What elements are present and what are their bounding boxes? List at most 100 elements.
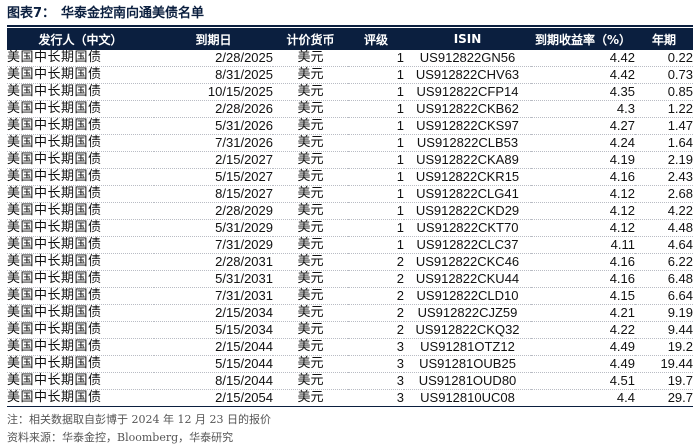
- yield-cell: 4.27: [531, 117, 635, 135]
- isin-cell: US912822GN56: [404, 50, 531, 67]
- term-cell: 2.68: [635, 185, 693, 203]
- table-row: 美国中长期国债 5/15/2034 美元 2 US912822CKQ32 4.22 9.44: [7, 321, 693, 339]
- maturity-date-cell: 2/28/2029: [154, 202, 273, 220]
- term-cell: 4.64: [635, 236, 693, 254]
- header-isin: ISIN: [404, 28, 531, 50]
- currency-cell: 美元: [273, 304, 348, 322]
- term-cell: 4.22: [635, 202, 693, 220]
- table-row: 美国中长期国债 8/15/2027 美元 1 US912822CLG41 4.12 2.68: [7, 185, 693, 203]
- table-row: 美国中长期国债 5/31/2031 美元 2 US912822CKU44 4.16 6.48: [7, 270, 693, 288]
- rating-cell: 2: [348, 321, 404, 339]
- currency-cell: 美元: [273, 151, 348, 169]
- yield-cell: 4.12: [531, 185, 635, 203]
- isin-cell: US912822CLG41: [404, 185, 531, 203]
- table-row: 美国中长期国债 2/15/2054 美元 3 US912810UC08 4.4 29.7: [7, 389, 693, 407]
- term-cell: 0.85: [635, 83, 693, 101]
- issuer-cell: 美国中长期国债: [7, 168, 154, 186]
- yield-cell: 4.49: [531, 338, 635, 356]
- currency-cell: 美元: [273, 219, 348, 237]
- table-row: 美国中长期国债 7/31/2026 美元 1 US912822CLB53 4.24 1.64: [7, 134, 693, 152]
- yield-cell: 4.16: [531, 270, 635, 288]
- term-cell: 1.64: [635, 134, 693, 152]
- figure-title-text: 华泰金控南向通美债名单: [61, 6, 205, 21]
- table-row: 美国中长期国债 5/31/2029 美元 1 US912822CKT70 4.12 4.48: [7, 219, 693, 237]
- yield-cell: 4.19: [531, 151, 635, 169]
- term-cell: 6.64: [635, 287, 693, 305]
- term-cell: 4.48: [635, 219, 693, 237]
- maturity-date-cell: 8/31/2025: [154, 66, 273, 84]
- issuer-cell: 美国中长期国债: [7, 134, 154, 152]
- rating-cell: 1: [348, 219, 404, 237]
- rating-cell: 1: [348, 202, 404, 220]
- isin-cell: US912822CHV63: [404, 66, 531, 84]
- header-yield: 到期收益率（%）: [531, 28, 635, 50]
- rating-cell: 1: [348, 66, 404, 84]
- isin-cell: US912822CKA89: [404, 151, 531, 169]
- issuer-cell: 美国中长期国债: [7, 355, 154, 373]
- term-cell: 9.44: [635, 321, 693, 339]
- currency-cell: 美元: [273, 338, 348, 356]
- term-cell: 19.44: [635, 355, 693, 373]
- header-maturity-date: 到期日: [154, 28, 273, 50]
- yield-cell: 4.11: [531, 236, 635, 254]
- issuer-cell: 美国中长期国债: [7, 117, 154, 135]
- rating-cell: 3: [348, 372, 404, 390]
- isin-cell: US91281OUD80: [404, 372, 531, 390]
- term-cell: 2.19: [635, 151, 693, 169]
- rating-cell: 1: [348, 83, 404, 101]
- issuer-cell: 美国中长期国债: [7, 270, 154, 288]
- rating-cell: 2: [348, 253, 404, 271]
- issuer-cell: 美国中长期国债: [7, 389, 154, 407]
- maturity-date-cell: 5/31/2031: [154, 270, 273, 288]
- maturity-date-cell: 2/15/2027: [154, 151, 273, 169]
- maturity-date-cell: 10/15/2025: [154, 83, 273, 101]
- term-cell: 1.47: [635, 117, 693, 135]
- table-row: 美国中长期国债 7/31/2031 美元 2 US912822CLD10 4.15 6.64: [7, 287, 693, 305]
- maturity-date-cell: 8/15/2027: [154, 185, 273, 203]
- isin-cell: US912822CKB62: [404, 100, 531, 118]
- header-term: 年期: [635, 28, 693, 50]
- issuer-cell: 美国中长期国债: [7, 236, 154, 254]
- currency-cell: 美元: [273, 117, 348, 135]
- figure-label: 图表7：: [7, 6, 56, 21]
- isin-cell: US912822CKQ32: [404, 321, 531, 339]
- table-row: 美国中长期国债 2/15/2034 美元 2 US912822CJZ59 4.21 9.19: [7, 304, 693, 322]
- table-row: 美国中长期国债 5/31/2026 美元 1 US912822CKS97 4.27 1.47: [7, 117, 693, 135]
- rating-cell: 1: [348, 134, 404, 152]
- yield-cell: 4.51: [531, 372, 635, 390]
- currency-cell: 美元: [273, 83, 348, 101]
- title-rule: [7, 25, 693, 27]
- issuer-cell: 美国中长期国债: [7, 372, 154, 390]
- rating-cell: 1: [348, 236, 404, 254]
- yield-cell: 4.3: [531, 100, 635, 118]
- issuer-cell: 美国中长期国债: [7, 100, 154, 118]
- table-row: 美国中长期国债 7/31/2029 美元 1 US912822CLC37 4.11 4.64: [7, 236, 693, 254]
- currency-cell: 美元: [273, 134, 348, 152]
- maturity-date-cell: 2/28/2025: [154, 50, 273, 67]
- currency-cell: 美元: [273, 321, 348, 339]
- isin-cell: US912822CLC37: [404, 236, 531, 254]
- table-header-row: 发行人（中文） 到期日 计价货币 评级 ISIN 到期收益率（%） 年期: [7, 28, 693, 50]
- isin-cell: US912822CKU44: [404, 270, 531, 288]
- table-row: 美国中长期国债 2/28/2029 美元 1 US912822CKD29 4.12 4.22: [7, 202, 693, 220]
- yield-cell: 4.42: [531, 66, 635, 84]
- issuer-cell: 美国中长期国债: [7, 321, 154, 339]
- maturity-date-cell: 2/28/2031: [154, 253, 273, 271]
- term-cell: 1.22: [635, 100, 693, 118]
- yield-cell: 4.22: [531, 321, 635, 339]
- yield-cell: 4.12: [531, 219, 635, 237]
- rating-cell: 1: [348, 185, 404, 203]
- issuer-cell: 美国中长期国债: [7, 253, 154, 271]
- maturity-date-cell: 5/31/2026: [154, 117, 273, 135]
- rating-cell: 2: [348, 270, 404, 288]
- yield-cell: 4.16: [531, 253, 635, 271]
- currency-cell: 美元: [273, 236, 348, 254]
- term-cell: 19.7: [635, 372, 693, 390]
- table-row: 美国中长期国债 2/15/2027 美元 1 US912822CKA89 4.19 2.19: [7, 151, 693, 169]
- currency-cell: 美元: [273, 253, 348, 271]
- issuer-cell: 美国中长期国债: [7, 219, 154, 237]
- maturity-date-cell: 7/31/2031: [154, 287, 273, 305]
- table-body: 美国中长期国债 2/28/2025 美元 1 US912822GN56 4.42 0.22 美…: [7, 50, 693, 407]
- term-cell: 9.19: [635, 304, 693, 322]
- maturity-date-cell: 5/31/2029: [154, 219, 273, 237]
